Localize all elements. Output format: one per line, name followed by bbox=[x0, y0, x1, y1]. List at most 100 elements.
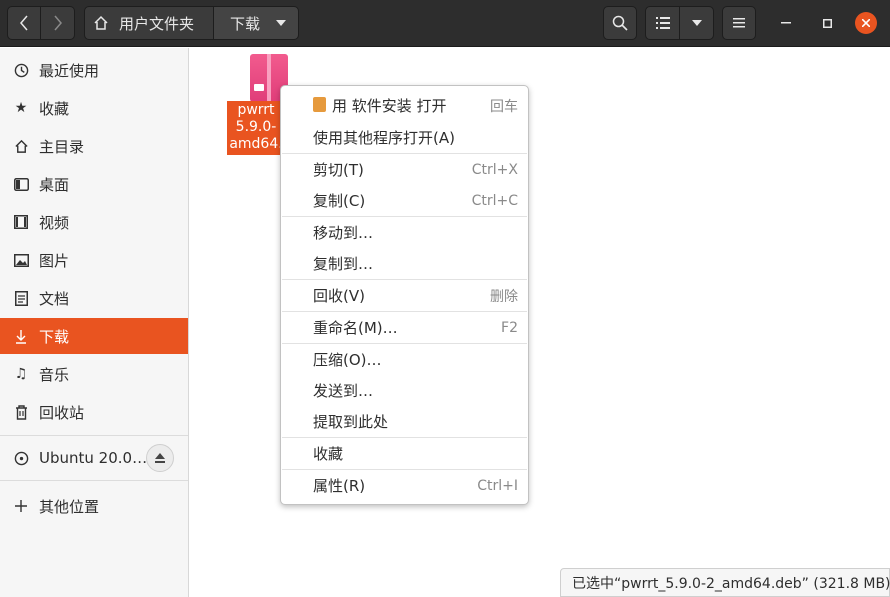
menu-item-label: 提取到此处 bbox=[313, 413, 389, 431]
menu-item-star[interactable]: 收藏 bbox=[282, 438, 527, 469]
close-icon bbox=[862, 19, 870, 27]
package-tag bbox=[254, 84, 264, 91]
menu-item-label: 压缩(O)… bbox=[313, 351, 382, 369]
music-icon: ♫ bbox=[14, 366, 28, 382]
menu-item-rename[interactable]: 重命名(M)… F2 bbox=[282, 312, 527, 343]
trash-icon bbox=[13, 404, 29, 420]
chevron-right-icon bbox=[53, 15, 62, 31]
menu-item-compress[interactable]: 压缩(O)… bbox=[282, 344, 527, 375]
video-icon bbox=[13, 214, 29, 230]
sidebar-divider bbox=[0, 480, 188, 481]
menu-item-open-with-other[interactable]: 使用其他程序打开(A) bbox=[282, 122, 527, 153]
menu-item-move-to[interactable]: 移动到… bbox=[282, 217, 527, 248]
sidebar-item-other-locations[interactable]: 其他位置 bbox=[0, 488, 188, 524]
minimize-button[interactable] bbox=[775, 12, 797, 34]
desktop-icon bbox=[13, 176, 29, 192]
menu-item-label: 剪切(T) bbox=[313, 161, 364, 179]
list-view-icon bbox=[655, 17, 670, 29]
menu-item-label: 回收(V) bbox=[313, 287, 365, 305]
eject-button[interactable] bbox=[146, 444, 174, 472]
menu-item-properties[interactable]: 属性(R) Ctrl+I bbox=[282, 470, 527, 501]
path-home-button[interactable]: 用户文件夹 bbox=[84, 6, 214, 40]
menu-item-move-to-trash[interactable]: 回收(V) 删除 bbox=[282, 280, 527, 311]
menu-item-label: 使用其他程序打开(A) bbox=[313, 129, 455, 147]
hamburger-menu-button[interactable] bbox=[722, 6, 756, 40]
selection-status-text: 已选中“pwrrt_5.9.0-2_amd64.deb” (321.8 MB) bbox=[572, 575, 890, 592]
image-icon bbox=[13, 252, 29, 268]
view-options-button[interactable] bbox=[679, 6, 714, 40]
menu-item-label: 移动到… bbox=[313, 224, 374, 242]
minimize-icon bbox=[781, 22, 791, 24]
menu-item-label: 属性(R) bbox=[313, 477, 366, 495]
sidebar-item-label: 下载 bbox=[39, 327, 70, 346]
home-icon bbox=[13, 138, 29, 154]
sidebar-item-label: 文档 bbox=[39, 289, 70, 308]
selection-status: 已选中“pwrrt_5.9.0-2_amd64.deb” (321.8 MB) bbox=[560, 568, 890, 597]
menu-item-label: 发送到… bbox=[313, 382, 374, 400]
path-current-button[interactable]: 下载 bbox=[213, 6, 299, 40]
menu-item-open-with-software[interactable]: 用 软件安装 打开 回车 bbox=[282, 90, 527, 121]
menu-item-label: 用 软件安装 打开 bbox=[332, 97, 447, 115]
sidebar-item-label: Ubuntu 20.0… bbox=[39, 449, 148, 467]
menu-item-cut[interactable]: 剪切(T) Ctrl+X bbox=[282, 154, 527, 185]
menu-item-accel: Ctrl+C bbox=[471, 192, 518, 209]
sidebar-item-label: 其他位置 bbox=[39, 497, 100, 516]
search-icon bbox=[612, 15, 628, 31]
menu-item-label: 重命名(M)… bbox=[313, 319, 398, 337]
download-icon bbox=[13, 328, 29, 344]
sidebar-item-trash[interactable]: 回收站 bbox=[0, 394, 188, 430]
sidebar-item-home[interactable]: 主目录 bbox=[0, 128, 188, 164]
caret-down-icon bbox=[691, 20, 702, 26]
sidebar-item-starred[interactable]: ★ 收藏 bbox=[0, 90, 188, 126]
package-stripe bbox=[267, 54, 271, 102]
menu-item-accel: F2 bbox=[501, 319, 518, 336]
menu-item-accel: 回车 bbox=[490, 98, 518, 115]
search-button[interactable] bbox=[603, 6, 637, 40]
sidebar-item-downloads[interactable]: 下载 bbox=[0, 318, 188, 354]
sidebar-item-label: 收藏 bbox=[39, 99, 70, 118]
sidebar-item-label: 视频 bbox=[39, 213, 70, 232]
sidebar-item-music[interactable]: ♫ 音乐 bbox=[0, 356, 188, 392]
sidebar-item-label: 图片 bbox=[39, 251, 70, 270]
hamburger-icon bbox=[733, 18, 745, 28]
caret-down-icon bbox=[276, 20, 287, 26]
sidebar-item-videos[interactable]: 视频 bbox=[0, 204, 188, 240]
software-install-icon bbox=[313, 97, 326, 112]
sidebar-divider bbox=[0, 435, 188, 436]
star-icon: ★ bbox=[14, 100, 28, 116]
path-home-label: 用户文件夹 bbox=[119, 14, 195, 33]
header-bar: 用户文件夹 下载 bbox=[0, 0, 890, 47]
menu-item-accel: Ctrl+I bbox=[477, 477, 518, 494]
document-icon bbox=[13, 290, 29, 306]
chevron-left-icon bbox=[20, 15, 28, 31]
menu-item-copy[interactable]: 复制(C) Ctrl+C bbox=[282, 185, 527, 216]
eject-icon bbox=[155, 453, 165, 463]
menu-item-extract-here[interactable]: 提取到此处 bbox=[282, 406, 527, 437]
sidebar-item-label: 回收站 bbox=[39, 403, 85, 422]
close-button[interactable] bbox=[855, 12, 877, 34]
menu-item-send-to[interactable]: 发送到… bbox=[282, 375, 527, 406]
sidebar-item-label: 音乐 bbox=[39, 365, 70, 384]
forward-button[interactable] bbox=[41, 6, 75, 40]
sidebar-item-documents[interactable]: 文档 bbox=[0, 280, 188, 316]
home-icon bbox=[94, 15, 108, 30]
menu-item-accel: 删除 bbox=[490, 288, 518, 305]
sidebar-item-label: 最近使用 bbox=[39, 61, 100, 80]
menu-item-accel: Ctrl+X bbox=[471, 161, 518, 178]
list-view-button[interactable] bbox=[645, 6, 680, 40]
sidebar: 最近使用 ★ 收藏 主目录 桌面 视频 图片 文档 下载 ♫ 音乐 回收站 Ub… bbox=[0, 48, 189, 597]
maximize-icon bbox=[822, 18, 832, 28]
context-menu: 用 软件安装 打开 回车 使用其他程序打开(A) 剪切(T) Ctrl+X 复制… bbox=[280, 85, 529, 505]
maximize-button[interactable] bbox=[816, 12, 838, 34]
sidebar-item-recent[interactable]: 最近使用 bbox=[0, 52, 188, 88]
sidebar-item-label: 主目录 bbox=[39, 137, 85, 156]
menu-item-label: 复制到… bbox=[313, 255, 374, 273]
menu-item-label: 收藏 bbox=[313, 445, 344, 463]
plus-icon bbox=[13, 498, 29, 514]
sidebar-item-desktop[interactable]: 桌面 bbox=[0, 166, 188, 202]
back-button[interactable] bbox=[7, 6, 41, 40]
menu-item-copy-to[interactable]: 复制到… bbox=[282, 248, 527, 279]
menu-item-label: 复制(C) bbox=[313, 192, 366, 210]
file-name-label: pwrrt 5.9.0- amd64. bbox=[227, 101, 285, 155]
sidebar-item-pictures[interactable]: 图片 bbox=[0, 242, 188, 278]
